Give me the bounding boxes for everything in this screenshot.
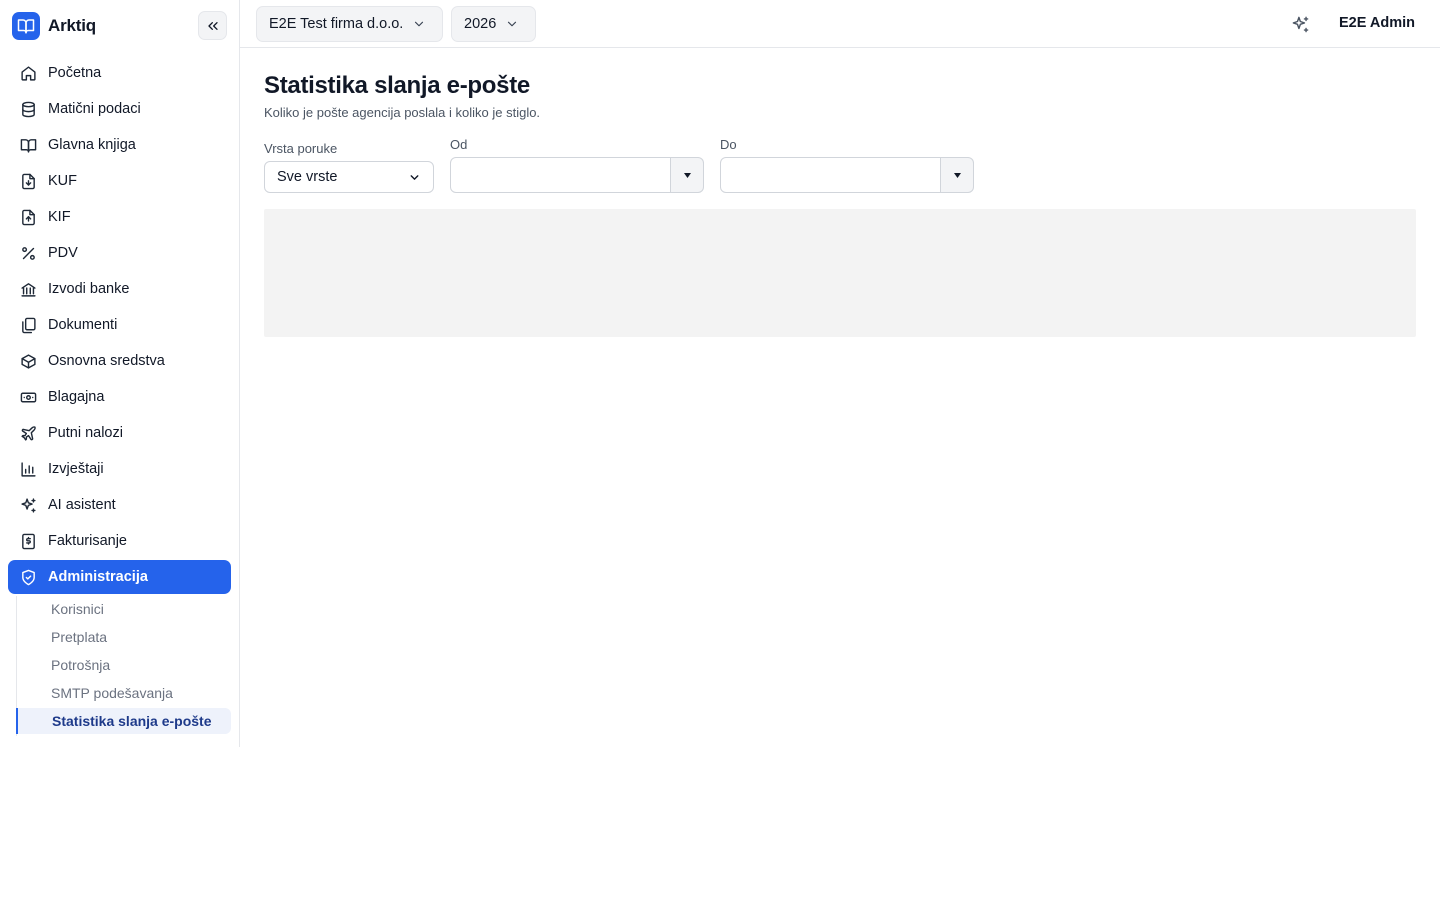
chevron-down-icon xyxy=(412,17,426,31)
sidebar-item-kuf[interactable]: KUF xyxy=(8,164,231,198)
home-icon xyxy=(19,64,37,82)
date-to-field xyxy=(720,157,974,193)
sidebar-item-label: AI asistent xyxy=(48,497,116,513)
sidebar-item-label: PDV xyxy=(48,245,78,261)
subnav-item-potrosnja[interactable]: Potrošnja xyxy=(17,652,231,678)
sidebar-item-osnovna-sredstva[interactable]: Osnovna sredstva xyxy=(8,344,231,378)
file-upload-icon xyxy=(19,208,37,226)
page-title: Statistika slanja e-pošte xyxy=(264,72,530,99)
date-from-field xyxy=(450,157,704,193)
sidebar-item-izvjestaji[interactable]: Izvještaji xyxy=(8,452,231,486)
chevron-down-icon xyxy=(408,171,421,184)
caret-down-icon xyxy=(683,172,691,178)
sidebar-item-label: Fakturisanje xyxy=(48,533,127,549)
sidebar-item-ai-asistent[interactable]: AI asistent xyxy=(8,488,231,522)
package-icon xyxy=(19,352,37,370)
sidebar-item-label: Blagajna xyxy=(48,389,105,405)
sidebar-item-administracija[interactable]: Administracija xyxy=(8,560,231,594)
sidebar-item-maticni-podaci[interactable]: Matični podaci xyxy=(8,92,231,126)
sidebar-item-glavna-knjiga[interactable]: Glavna knjiga xyxy=(8,128,231,162)
database-icon xyxy=(19,100,37,118)
message-type-value: Sve vrste xyxy=(277,169,338,185)
receipt-dollar-icon xyxy=(19,532,37,550)
sidebar-item-label: Administracija xyxy=(48,569,148,585)
user-menu[interactable]: E2E Admin xyxy=(1339,15,1415,31)
subnav-item-statistika-slanja[interactable]: Statistika slanja e-pošte xyxy=(16,708,231,734)
subnav-item-korisnici[interactable]: Korisnici xyxy=(17,596,231,622)
date-from-picker-button[interactable] xyxy=(671,157,704,193)
sidebar-item-label: Početna xyxy=(48,65,102,81)
sidebar-item-blagajna[interactable]: Blagajna xyxy=(8,380,231,414)
sparkles-icon xyxy=(1291,15,1310,34)
sidebar: Arktiq Početna Matični podaci Glavna knj… xyxy=(0,0,240,747)
ai-assistant-button[interactable] xyxy=(1288,12,1312,36)
book-open-icon xyxy=(12,12,40,40)
bar-chart-icon xyxy=(19,460,37,478)
sidebar-item-label: Matični podaci xyxy=(48,101,141,117)
sidebar-item-kif[interactable]: KIF xyxy=(8,200,231,234)
message-type-select[interactable]: Sve vrste xyxy=(264,161,434,193)
sidebar-item-izvodi-banke[interactable]: Izvodi banke xyxy=(8,272,231,306)
subnav-item-smtp-podesavanja[interactable]: SMTP podešavanja xyxy=(17,680,231,706)
sidebar-item-label: Osnovna sredstva xyxy=(48,353,165,369)
date-to-picker-button[interactable] xyxy=(941,157,974,193)
plane-icon xyxy=(19,424,37,442)
subnav-item-pretplata[interactable]: Pretplata xyxy=(17,624,231,650)
year-select[interactable]: 2026 xyxy=(451,6,536,42)
percent-icon xyxy=(19,244,37,262)
collapse-sidebar-button[interactable] xyxy=(198,11,227,40)
brand-name: Arktiq xyxy=(48,16,96,35)
date-to-label: Do xyxy=(720,137,737,152)
company-select[interactable]: E2E Test firma d.o.o. xyxy=(256,6,443,42)
date-from-input[interactable] xyxy=(450,157,671,193)
page-subtitle: Koliko je pošte agencija poslala i kolik… xyxy=(264,105,541,120)
brand[interactable]: Arktiq xyxy=(12,12,96,40)
files-icon xyxy=(19,316,37,334)
sidebar-item-label: Putni nalozi xyxy=(48,425,123,441)
shield-check-icon xyxy=(19,568,37,586)
date-to-input[interactable] xyxy=(720,157,941,193)
sidebar-item-pocetna[interactable]: Početna xyxy=(8,56,231,90)
message-type-label: Vrsta poruke xyxy=(264,141,338,156)
caret-down-icon xyxy=(953,172,961,178)
sidebar-item-label: Izvodi banke xyxy=(48,281,130,297)
date-from-label: Od xyxy=(450,137,468,152)
sidebar-item-pdv[interactable]: PDV xyxy=(8,236,231,270)
sidebar-item-label: Glavna knjiga xyxy=(48,137,136,153)
sidebar-item-label: KIF xyxy=(48,209,71,225)
sidebar-item-label: Izvještaji xyxy=(48,461,104,477)
sidebar-item-fakturisanje[interactable]: Fakturisanje xyxy=(8,524,231,558)
administration-subnav: Korisnici Pretplata Potrošnja SMTP podeš… xyxy=(16,596,231,736)
chevrons-left-icon xyxy=(205,18,221,34)
book-open-icon xyxy=(19,136,37,154)
file-download-icon xyxy=(19,172,37,190)
email-stats-panel xyxy=(264,209,1416,337)
company-select-value: E2E Test firma d.o.o. xyxy=(269,16,404,32)
sidebar-item-dokumenti[interactable]: Dokumenti xyxy=(8,308,231,342)
bank-icon xyxy=(19,280,37,298)
sidebar-nav: Početna Matični podaci Glavna knjiga KUF… xyxy=(8,56,231,596)
top-header: E2E Test firma d.o.o. 2026 E2E Admin xyxy=(240,0,1440,48)
chevron-down-icon xyxy=(505,17,519,31)
sidebar-item-label: KUF xyxy=(48,173,77,189)
sparkles-icon xyxy=(19,496,37,514)
year-select-value: 2026 xyxy=(464,16,497,32)
sidebar-item-label: Dokumenti xyxy=(48,317,118,333)
sidebar-item-putni-nalozi[interactable]: Putni nalozi xyxy=(8,416,231,450)
banknote-icon xyxy=(19,388,37,406)
